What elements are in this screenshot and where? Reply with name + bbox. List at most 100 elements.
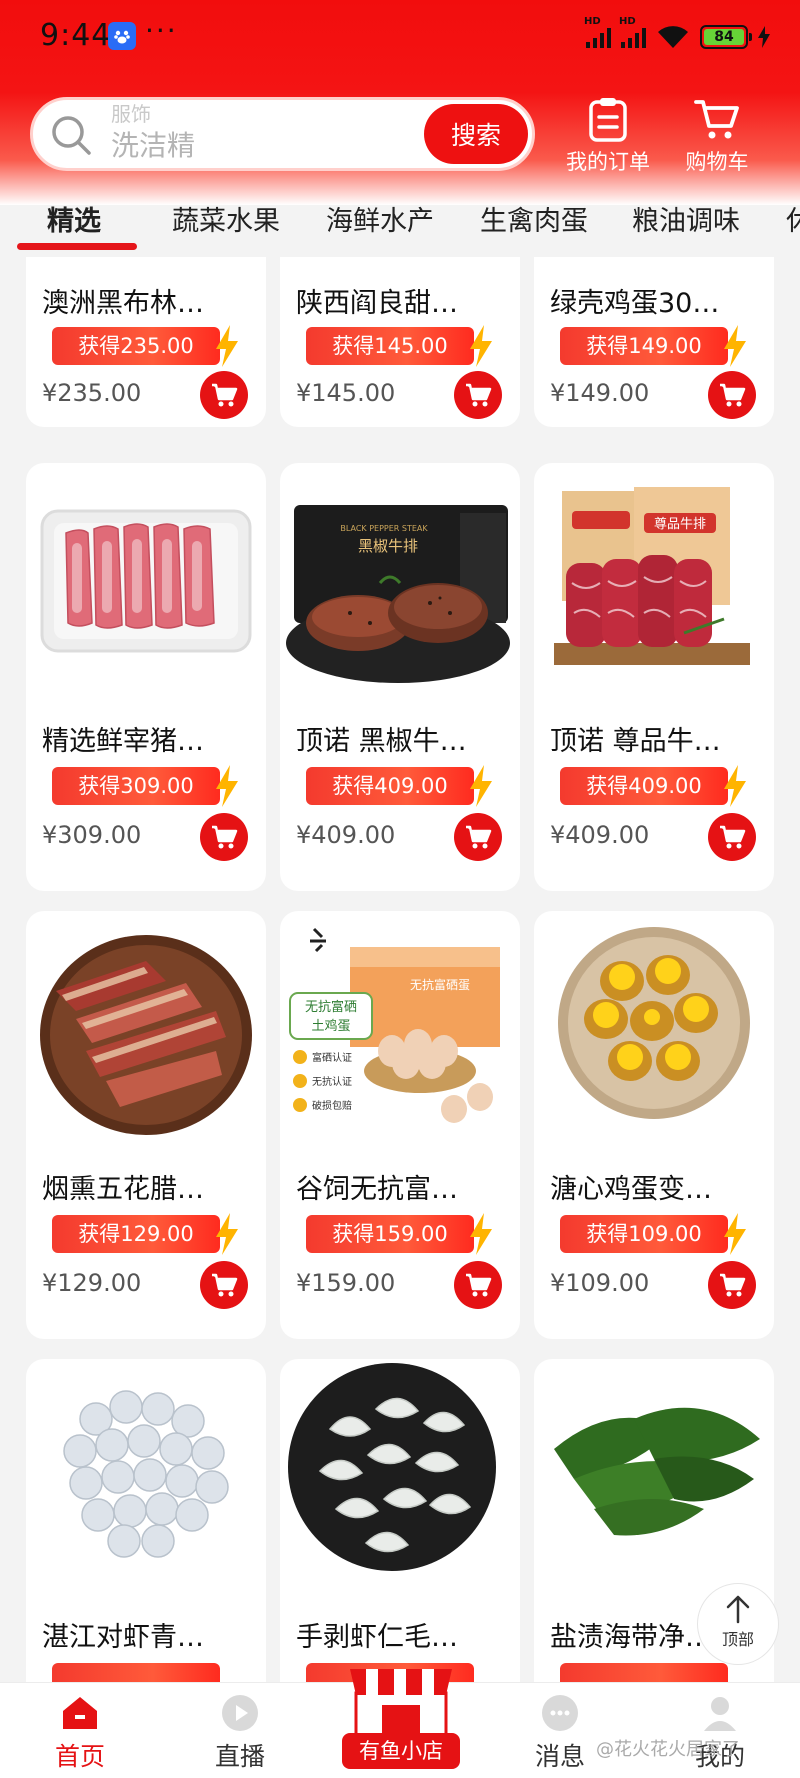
- peeled-shrimp-image: [288, 1363, 496, 1571]
- egg-point-2: 无抗认证: [312, 1075, 352, 1088]
- tab-poultry-meat-eggs[interactable]: 生禽肉蛋: [480, 199, 588, 238]
- charging-icon: [758, 26, 770, 48]
- category-tabs: 精选 蔬菜水果 海鲜水产 生禽肉蛋 粮油调味 休: [0, 195, 800, 255]
- add-to-cart-button[interactable]: [200, 1261, 248, 1309]
- lightning-icon: [470, 765, 492, 807]
- lightning-icon: [216, 765, 238, 807]
- product-card[interactable]: 澳洲黑布林… 获得235.00 ¥235.00: [26, 257, 266, 427]
- product-title: 手剥虾仁毛…: [296, 1622, 458, 1653]
- steak-box-en: BLACK PEPPER STEAK: [340, 524, 428, 533]
- search-button[interactable]: 搜索: [424, 104, 528, 164]
- product-price: ¥309.00: [42, 821, 142, 849]
- earn-badge: 获得129.00: [52, 1215, 220, 1253]
- add-to-cart-button[interactable]: [454, 1261, 502, 1309]
- product-title: 顶诺 黑椒牛…: [296, 726, 467, 757]
- status-bar: 9:44 ··· HD HD 84: [0, 0, 800, 80]
- product-card[interactable]: BLACK PEPPER STEAK 黑椒牛排 顶诺 黑椒牛… 获得409.00…: [280, 463, 520, 891]
- add-to-cart-button[interactable]: [200, 371, 248, 419]
- add-to-cart-button[interactable]: [708, 1261, 756, 1309]
- tab-featured[interactable]: 精选: [47, 199, 101, 238]
- nav-live-label: 直播: [214, 1742, 265, 1771]
- product-card[interactable]: 溏心鸡蛋变… 获得109.00 ¥109.00: [534, 911, 774, 1339]
- add-to-cart-button[interactable]: [454, 371, 502, 419]
- watermark: @花火花火居家了: [596, 1739, 740, 1760]
- earn-badge: 获得149.00: [560, 327, 728, 365]
- cart-icon: [720, 825, 746, 849]
- product-title: 精选鲜宰猪…: [42, 726, 204, 757]
- add-to-cart-button[interactable]: [708, 371, 756, 419]
- earn-badge: 获得109.00: [560, 1215, 728, 1253]
- tab-grain-oil-seasoning[interactable]: 粮油调味: [632, 199, 740, 238]
- product-price: ¥129.00: [42, 1269, 142, 1297]
- earn-badge: 获得145.00: [306, 327, 474, 365]
- cart-button[interactable]: 购物车: [667, 96, 767, 176]
- nav-shop-label: 有鱼小店: [342, 1733, 460, 1769]
- tab-seafood[interactable]: 海鲜水产: [326, 199, 434, 238]
- nav-home[interactable]: 首页: [20, 1683, 140, 1773]
- search-bar[interactable]: 服饰 洗洁精 搜索: [30, 97, 535, 171]
- add-to-cart-button[interactable]: [454, 813, 502, 861]
- product-price: ¥149.00: [550, 379, 650, 407]
- cart-icon: [466, 1273, 492, 1297]
- egg-point-3: 破损包赔: [312, 1099, 352, 1112]
- status-more-dots: ···: [145, 14, 178, 47]
- black-pepper-steak-image: BLACK PEPPER STEAK 黑椒牛排: [286, 505, 510, 683]
- lightning-icon: [216, 1213, 238, 1255]
- arrow-up-icon: [726, 1595, 750, 1624]
- battery-icon: 84: [700, 25, 752, 49]
- baidu-app-icon: [108, 22, 136, 50]
- status-indicators: HD HD 84: [584, 16, 770, 50]
- play-icon: [222, 1695, 258, 1731]
- cart-icon: [720, 1273, 746, 1297]
- battery-level: 84: [704, 29, 744, 45]
- tab-fruits-vegetables[interactable]: 蔬菜水果: [172, 199, 280, 238]
- product-title: 顶诺 尊品牛…: [550, 726, 721, 757]
- cart-icon: [466, 825, 492, 849]
- product-price: ¥235.00: [42, 379, 142, 407]
- my-orders-label: 我的订单: [566, 150, 650, 174]
- product-grid: 澳洲黑布林… 获得235.00 ¥235.00 陕西阎良甜… 获得145.00 …: [0, 257, 800, 1682]
- nav-shop[interactable]: 有鱼小店: [342, 1659, 460, 1778]
- nav-live[interactable]: 直播: [180, 1683, 300, 1773]
- add-to-cart-button[interactable]: [708, 813, 756, 861]
- product-card[interactable]: 湛江对虾青…: [26, 1359, 266, 1682]
- smoked-pork-belly-image: [40, 935, 252, 1135]
- product-price: ¥409.00: [550, 821, 650, 849]
- tab-more[interactable]: 休: [786, 199, 800, 238]
- egg-point-1: 富硒认证: [312, 1051, 352, 1064]
- egg-badge-line2: 土鸡蛋: [311, 1018, 350, 1034]
- lightning-icon: [216, 325, 238, 367]
- cart-label: 购物车: [685, 150, 749, 174]
- cart-icon: [466, 383, 492, 407]
- egg-box-label: 无抗富硒蛋: [410, 977, 470, 992]
- premium-steak-image: 尊品牛排: [554, 487, 750, 665]
- back-to-top-button[interactable]: 顶部: [697, 1583, 779, 1665]
- clipboard-icon: [589, 98, 627, 142]
- cart-icon: [212, 383, 238, 407]
- my-orders-button[interactable]: 我的订单: [558, 96, 658, 176]
- product-card[interactable]: 无抗富硒蛋 无抗富硒 土鸡蛋 富硒认证 无抗认证 破损包赔 谷饲无抗富… 获得1…: [280, 911, 520, 1339]
- product-card[interactable]: 精选鲜宰猪… 获得309.00 ¥309.00: [26, 463, 266, 891]
- product-price: ¥409.00: [296, 821, 396, 849]
- lightning-icon: [470, 1213, 492, 1255]
- product-card[interactable]: 手剥虾仁毛…: [280, 1359, 520, 1682]
- cart-icon: [212, 1273, 238, 1297]
- add-to-cart-button[interactable]: [200, 813, 248, 861]
- century-eggs-image: [558, 927, 750, 1119]
- shopping-cart-icon: [694, 100, 739, 139]
- back-to-top-label: 顶部: [721, 1630, 754, 1649]
- product-card[interactable]: 尊品牛排 顶诺 尊品牛… 获得409.00 ¥409.00: [534, 463, 774, 891]
- search-rolling-hint: 服饰: [111, 102, 151, 126]
- product-card[interactable]: 陕西阎良甜… 获得145.00 ¥145.00: [280, 257, 520, 427]
- cart-icon: [212, 825, 238, 849]
- product-card[interactable]: 烟熏五花腊… 获得129.00 ¥129.00: [26, 911, 266, 1339]
- product-card[interactable]: 绿壳鸡蛋30… 获得149.00 ¥149.00: [534, 257, 774, 427]
- product-title: 陕西阎良甜…: [296, 288, 458, 319]
- user-icon: [704, 1697, 736, 1731]
- search-input[interactable]: 洗洁精: [111, 124, 195, 164]
- signal-icon: HD: [619, 16, 646, 48]
- product-title: 澳洲黑布林…: [42, 288, 204, 319]
- product-title: 烟熏五花腊…: [42, 1174, 204, 1205]
- chat-bubble-icon: [542, 1695, 578, 1731]
- product-title: 谷饲无抗富…: [296, 1174, 458, 1205]
